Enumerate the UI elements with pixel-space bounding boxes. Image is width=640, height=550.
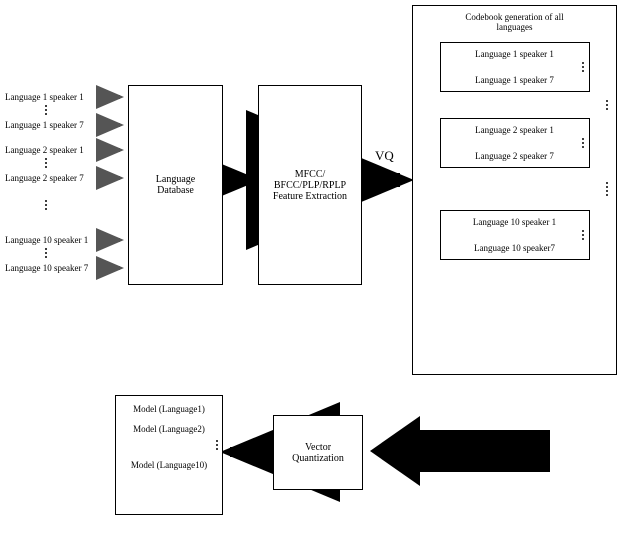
vdots-cb-2-10 bbox=[513, 182, 640, 196]
vdots-cb10 bbox=[513, 230, 640, 240]
model-1: Model (Language1) bbox=[120, 404, 218, 414]
input-l10s1: Language 10 speaker 1 bbox=[5, 235, 88, 245]
vdots-l2 bbox=[45, 158, 47, 168]
input-l10s7: Language 10 speaker 7 bbox=[5, 263, 88, 273]
codebook-lang1: Language 1 speaker 1 Language 1 speaker … bbox=[440, 42, 590, 92]
feature-extraction-block: MFCC/ BFCC/PLP/RPLP Feature Extraction bbox=[258, 85, 362, 285]
codebook-lang2: Language 2 speaker 1 Language 2 speaker … bbox=[440, 118, 590, 168]
codebook-container: Codebook generation of all languages Lan… bbox=[412, 5, 617, 375]
cb1-a: Language 1 speaker 1 bbox=[445, 49, 585, 59]
vdots-models bbox=[168, 440, 266, 450]
cb1-b: Language 1 speaker 7 bbox=[445, 75, 585, 85]
vdots-cb-1-2 bbox=[513, 100, 640, 110]
models-block: Model (Language1) Model (Language2) Mode… bbox=[115, 395, 223, 515]
cb10-a: Language 10 speaker 1 bbox=[445, 217, 585, 227]
vector-quantization-block: Vector Quantization bbox=[273, 415, 363, 490]
input-l2s7: Language 2 speaker 7 bbox=[5, 173, 84, 183]
cb10-b: Language 10 speaker7 bbox=[445, 243, 585, 253]
codebook-lang10: Language 10 speaker 1 Language 10 speake… bbox=[440, 210, 590, 260]
model-10: Model (Language10) bbox=[120, 460, 218, 470]
model-2: Model (Language2) bbox=[120, 424, 218, 434]
codebook-title: Codebook generation of all languages bbox=[421, 12, 608, 32]
vdots-cb1 bbox=[513, 62, 640, 72]
vdots-l10 bbox=[45, 248, 47, 258]
input-l2s1: Language 2 speaker 1 bbox=[5, 145, 84, 155]
input-l1s1: Language 1 speaker 1 bbox=[5, 92, 84, 102]
cb2-a: Language 2 speaker 1 bbox=[445, 125, 585, 135]
input-l1s7: Language 1 speaker 7 bbox=[5, 120, 84, 130]
language-database-block: Language Database bbox=[128, 85, 223, 285]
vdots-l1 bbox=[45, 105, 47, 115]
vdots-mid bbox=[45, 200, 47, 210]
cb2-b: Language 2 speaker 7 bbox=[445, 151, 585, 161]
vq-label: VQ bbox=[375, 148, 394, 164]
vdots-cb2 bbox=[513, 138, 640, 148]
